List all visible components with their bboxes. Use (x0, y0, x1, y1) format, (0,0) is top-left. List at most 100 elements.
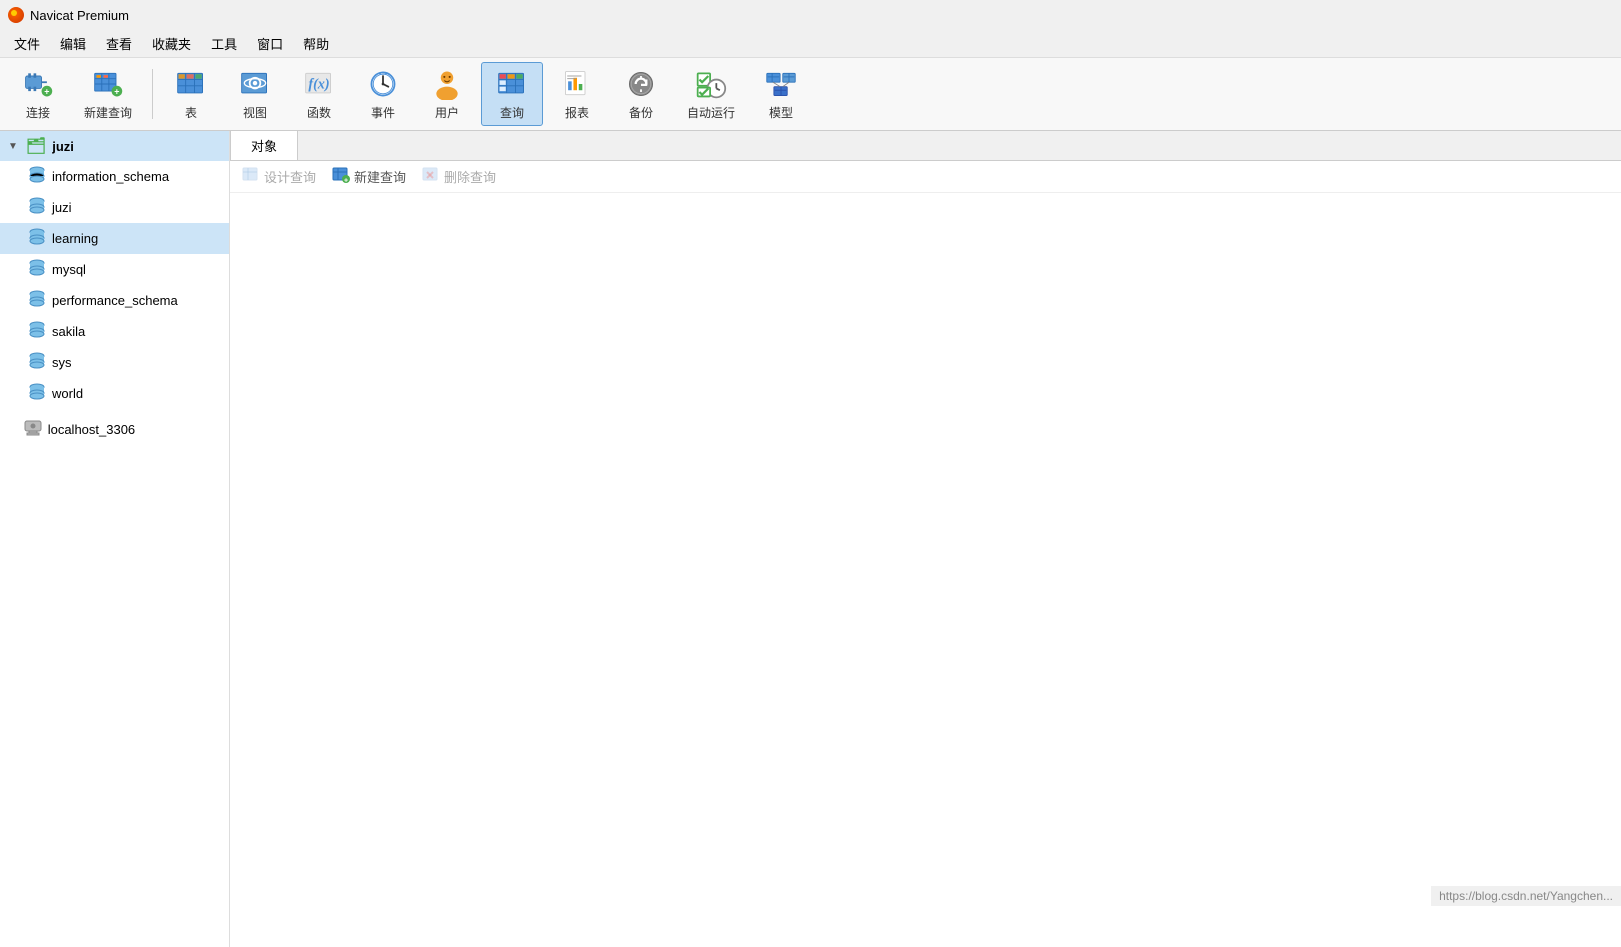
svg-text:+: + (344, 178, 348, 184)
toolbar-separator-1 (152, 69, 153, 119)
toolbar-event-label: 事件 (371, 104, 395, 121)
juzi-folder-icon: 🗂 (26, 136, 46, 156)
menu-view[interactable]: 查看 (96, 30, 142, 57)
toolbar-report-label: 报表 (565, 104, 589, 121)
delete-query-icon (422, 167, 440, 186)
menu-edit[interactable]: 编辑 (50, 30, 96, 57)
menu-help[interactable]: 帮助 (293, 30, 339, 57)
report-icon (559, 67, 595, 101)
action-delete-query: 删除查询 (422, 167, 496, 186)
tab-objects-label: 对象 (251, 139, 277, 154)
toolbar-view-button[interactable]: 视图 (225, 63, 285, 125)
action-design-query: 设计查询 (242, 167, 316, 186)
localhost-icon (24, 418, 42, 441)
menu-file[interactable]: 文件 (4, 30, 50, 57)
menu-window[interactable]: 窗口 (247, 30, 293, 57)
toolbar-report-button[interactable]: 报表 (547, 63, 607, 125)
sidebar-db-juzi[interactable]: juzi (0, 192, 229, 223)
db-icon-juzi (28, 197, 46, 218)
toolbar-connect-label: 连接 (26, 104, 50, 121)
toolbar-user-label: 用户 (435, 104, 459, 121)
connect-icon: + (20, 67, 56, 101)
menu-favorites[interactable]: 收藏夹 (142, 30, 201, 57)
backup-icon (623, 67, 659, 101)
query-icon (494, 67, 530, 101)
toolbar-model-label: 模型 (769, 104, 793, 121)
db-icon-mysql (28, 259, 46, 280)
toolbar-connect-button[interactable]: + 连接 (8, 63, 68, 125)
tab-objects[interactable]: 对象 (230, 130, 298, 160)
content-toolbar: 设计查询 + 新建查询 (230, 161, 1621, 193)
sidebar: ▼ 🗂 juzi information_schema juzi learnin… (0, 131, 230, 947)
sidebar-db-sys[interactable]: sys (0, 347, 229, 378)
db-icon-sys (28, 352, 46, 373)
tab-bar: 对象 (230, 131, 1621, 161)
svg-text:f(x): f(x) (308, 76, 329, 92)
menu-bar: 文件 编辑 查看 收藏夹 工具 窗口 帮助 (0, 30, 1621, 58)
toolbar-function-label: 函数 (307, 104, 331, 121)
svg-text:+: + (114, 87, 119, 97)
db-icon-information_schema (28, 166, 46, 187)
action-new-query[interactable]: + 新建查询 (332, 167, 406, 186)
toolbar-user-button[interactable]: 用户 (417, 63, 477, 125)
main-container: ▼ 🗂 juzi information_schema juzi learnin… (0, 131, 1621, 947)
db-icon-world (28, 383, 46, 404)
toolbar-table-button[interactable]: 表 (161, 63, 221, 125)
toolbar-function-button[interactable]: f(x) 函数 (289, 63, 349, 125)
new-query-action-icon: + (332, 167, 350, 186)
user-icon (429, 67, 465, 101)
db-icon-performance_schema (28, 290, 46, 311)
sidebar-db-learning[interactable]: learning (0, 223, 229, 254)
view-icon (237, 67, 273, 101)
table-icon (173, 67, 209, 101)
design-query-icon (242, 167, 260, 186)
toolbar-query-label: 查询 (500, 104, 524, 121)
toolbar-model-button[interactable]: 模型 (751, 63, 811, 125)
expand-arrow-juzi: ▼ (8, 141, 18, 152)
newquery-icon: + (90, 67, 126, 101)
svg-text:+: + (44, 87, 49, 97)
toolbar-event-button[interactable]: 事件 (353, 63, 413, 125)
db-label-performance_schema: performance_schema (52, 293, 178, 308)
toolbar-autorun-button[interactable]: 自动运行 (675, 63, 747, 125)
model-icon (763, 67, 799, 101)
db-label-juzi: juzi (52, 200, 72, 215)
sidebar-db-world[interactable]: world (0, 378, 229, 409)
sidebar-connection-juzi[interactable]: ▼ 🗂 juzi (0, 131, 229, 161)
db-label-sys: sys (52, 355, 72, 370)
toolbar-backup-button[interactable]: 备份 (611, 63, 671, 125)
db-icon-learning (28, 228, 46, 249)
sidebar-db-information_schema[interactable]: information_schema (0, 161, 229, 192)
sidebar-db-sakila[interactable]: sakila (0, 316, 229, 347)
content-body (230, 193, 1621, 947)
toolbar-backup-label: 备份 (629, 104, 653, 121)
db-label-information_schema: information_schema (52, 169, 169, 184)
app-title: Navicat Premium (30, 8, 129, 23)
toolbar-autorun-label: 自动运行 (687, 104, 735, 121)
toolbar-table-label: 表 (185, 104, 197, 121)
db-label-mysql: mysql (52, 262, 86, 277)
sidebar-connection-localhost[interactable]: ▶ localhost_3306 (0, 413, 229, 446)
toolbar-view-label: 视图 (243, 104, 267, 121)
action-delete-query-label: 删除查询 (444, 167, 496, 186)
juzi-label: juzi (52, 139, 74, 154)
event-icon (365, 67, 401, 101)
app-icon (8, 7, 24, 23)
sidebar-db-performance_schema[interactable]: performance_schema (0, 285, 229, 316)
function-icon: f(x) (301, 67, 337, 101)
toolbar-newquery-button[interactable]: + 新建查询 (72, 63, 144, 125)
toolbar: + 连接 + 新建查询 (0, 58, 1621, 131)
localhost-label: localhost_3306 (48, 422, 135, 437)
status-url: https://blog.csdn.net/Yangchen... (1439, 889, 1613, 903)
status-bar: https://blog.csdn.net/Yangchen... (1431, 886, 1621, 906)
content-area: 对象 设计查询 (230, 131, 1621, 947)
db-label-world: world (52, 386, 83, 401)
db-icon-sakila (28, 321, 46, 342)
db-label-sakila: sakila (52, 324, 85, 339)
toolbar-query-button[interactable]: 查询 (481, 62, 543, 126)
sidebar-db-mysql[interactable]: mysql (0, 254, 229, 285)
title-bar: Navicat Premium (0, 0, 1621, 30)
menu-tools[interactable]: 工具 (201, 30, 247, 57)
action-new-query-label: 新建查询 (354, 167, 406, 186)
db-label-learning: learning (52, 231, 98, 246)
